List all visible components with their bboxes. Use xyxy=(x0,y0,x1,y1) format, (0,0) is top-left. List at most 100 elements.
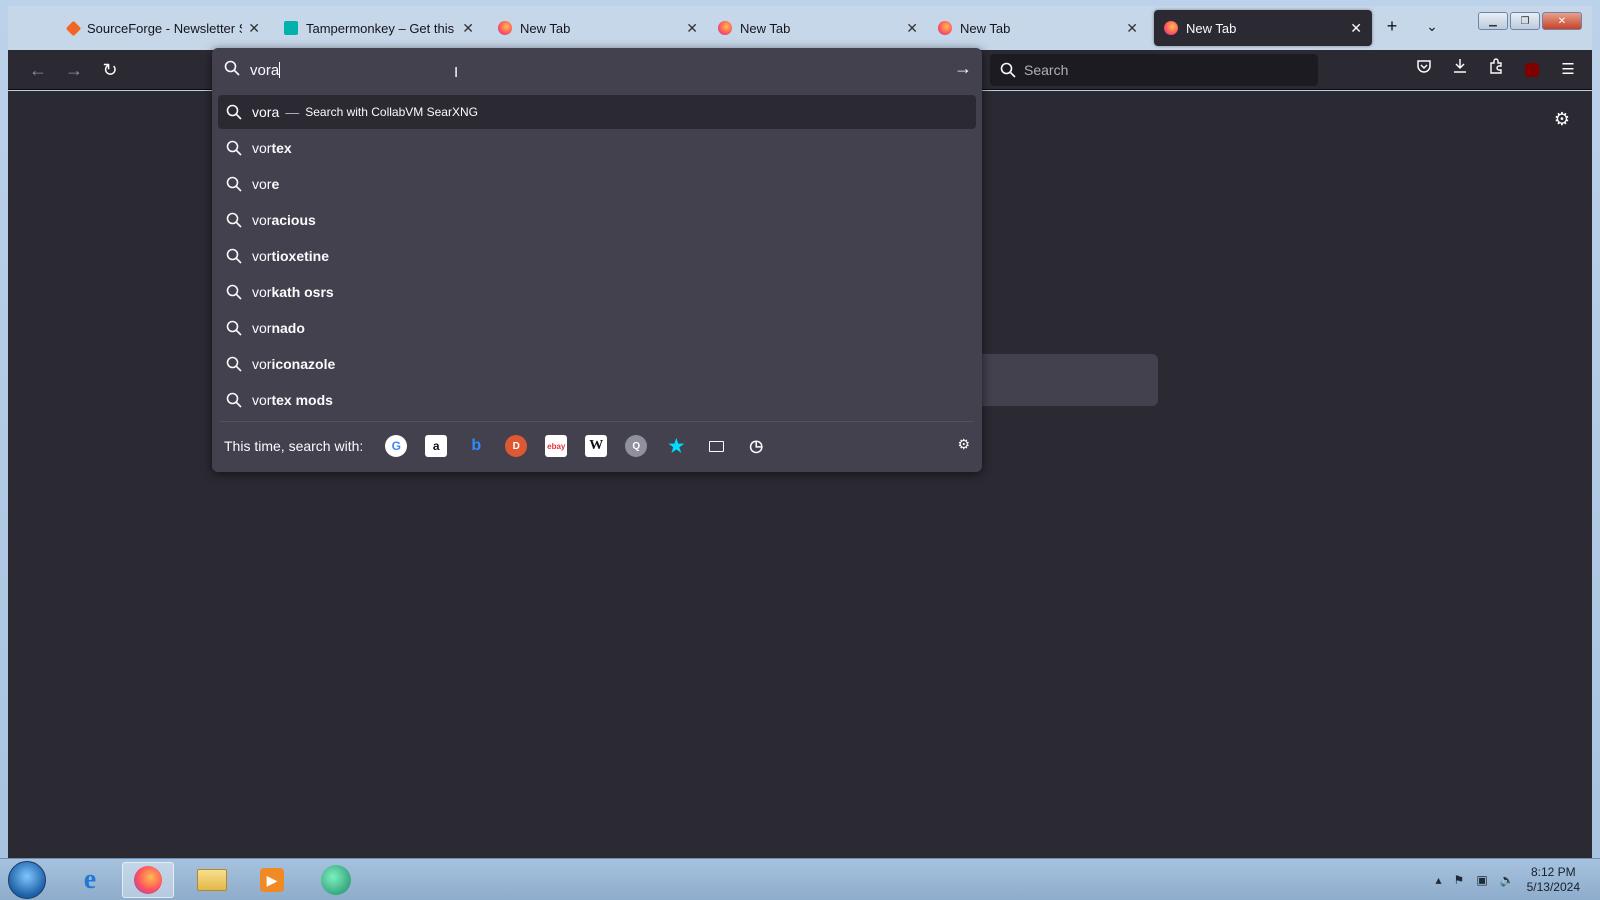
tab-label: New Tab xyxy=(960,20,1011,36)
maximize-button[interactable]: ❐ xyxy=(1510,12,1540,30)
divider xyxy=(220,421,974,422)
suggestion-completion: acious xyxy=(271,212,316,228)
firefox-taskbar-icon[interactable] xyxy=(122,862,174,898)
search-icon xyxy=(224,60,240,76)
settings-gear-icon[interactable]: ⚙ xyxy=(1554,109,1570,130)
suggestion-prefix: vor xyxy=(252,320,272,336)
search-bar[interactable]: Search xyxy=(990,54,1318,86)
firefox-favicon-icon xyxy=(938,21,952,35)
back-arrow-icon[interactable]: ← xyxy=(26,58,50,82)
go-arrow-icon[interactable]: → xyxy=(954,58,972,79)
urlbar-input[interactable]: vora xyxy=(250,62,281,79)
suggestion-completion: iconazole xyxy=(271,356,336,372)
suggestion-completion: tex xyxy=(271,140,292,156)
reload-icon[interactable]: ↻ xyxy=(98,58,122,82)
search-settings-gear-icon[interactable]: ⚙ xyxy=(957,436,970,453)
close-tab-icon[interactable]: ✕ xyxy=(906,20,918,37)
bookmarks-icon[interactable]: ★ xyxy=(665,435,687,457)
engine-buttons: G a b D ebay W Q ★ ◷ xyxy=(385,435,767,457)
suggestion-completion: nado xyxy=(271,320,305,336)
window-controls: ▁ ❐ ✕ xyxy=(1478,12,1582,30)
tabs-icon[interactable] xyxy=(705,435,727,457)
search-icon xyxy=(226,104,242,120)
suggestion-item[interactable]: vor tex xyxy=(218,131,976,165)
media-player-icon[interactable]: ▶ xyxy=(246,862,298,898)
show-hidden-icons-icon[interactable]: ▴ xyxy=(1436,873,1442,887)
urlbar-input-row[interactable]: vora I → xyxy=(212,48,982,92)
suggestion-prefix: vor xyxy=(252,356,272,372)
suggestion-query: vora xyxy=(252,104,280,120)
close-tab-icon[interactable]: ✕ xyxy=(1126,20,1138,37)
sourceforge-favicon-icon xyxy=(65,20,82,36)
suggestion-search-with-engine[interactable]: vora — Search with CollabVM SearXNG xyxy=(218,95,976,129)
suggestion-completion: kath osrs xyxy=(271,284,334,300)
search-icon xyxy=(226,284,242,300)
action-center-flag-icon[interactable]: ⚑ xyxy=(1454,873,1465,887)
text-cursor-icon: I xyxy=(454,64,459,81)
suggestion-prefix: vor xyxy=(252,248,272,264)
tab-new-active[interactable]: New Tab ✕ xyxy=(1154,10,1372,46)
searxng-icon[interactable]: Q xyxy=(625,435,648,457)
file-explorer-icon[interactable] xyxy=(186,862,238,898)
taskbar: e ▶ ▴ ⚑ ▣ 🔈 8:12 PM 5/13/2024 xyxy=(0,858,1600,900)
bing-icon[interactable]: b xyxy=(465,435,487,457)
close-tab-icon[interactable]: ✕ xyxy=(1350,20,1362,37)
start-button[interactable] xyxy=(8,861,46,899)
menu-hamburger-icon[interactable]: ☰ xyxy=(1556,58,1580,82)
suggestion-prefix: vor xyxy=(252,392,272,408)
volume-muted-icon[interactable]: 🔈 xyxy=(1500,873,1515,887)
clock[interactable]: 8:12 PM 5/13/2024 xyxy=(1527,865,1580,895)
suggestion-item[interactable]: vor acious xyxy=(218,203,976,237)
forward-arrow-icon[interactable]: → xyxy=(62,58,86,82)
typed-text: vora xyxy=(250,62,280,79)
list-all-tabs-icon[interactable]: ⌄ xyxy=(1420,18,1444,35)
minimize-button[interactable]: ▁ xyxy=(1478,12,1508,30)
internet-explorer-icon[interactable]: e xyxy=(64,862,116,898)
search-icon xyxy=(226,140,242,156)
suggestion-item[interactable]: vor nado xyxy=(218,311,976,345)
suggestion-item[interactable]: vor e xyxy=(218,167,976,201)
close-window-button[interactable]: ✕ xyxy=(1542,12,1582,30)
clock-time: 8:12 PM xyxy=(1530,865,1576,879)
wikipedia-icon[interactable]: W xyxy=(585,435,608,457)
suggestion-prefix: vor xyxy=(252,176,272,192)
tab-new-1[interactable]: New Tab ✕ xyxy=(488,10,708,46)
suggestion-item[interactable]: vor tex mods xyxy=(218,383,976,417)
app-globe-icon[interactable] xyxy=(310,862,362,898)
suggestion-prefix: vor xyxy=(252,140,272,156)
suggestion-completion: e xyxy=(271,176,280,192)
tab-new-3[interactable]: New Tab ✕ xyxy=(928,10,1148,46)
close-tab-icon[interactable]: ✕ xyxy=(248,20,260,37)
close-tab-icon[interactable]: ✕ xyxy=(462,20,474,37)
new-tab-button[interactable]: + xyxy=(1380,16,1404,37)
tab-label: New Tab xyxy=(740,20,791,36)
suggestion-item[interactable]: vor tioxetine xyxy=(218,239,976,273)
suggestion-prefix: vor xyxy=(252,284,272,300)
google-icon[interactable]: G xyxy=(385,435,408,457)
extensions-icon[interactable] xyxy=(1484,58,1508,82)
search-icon xyxy=(226,392,242,408)
ublock-origin-icon[interactable] xyxy=(1520,58,1544,82)
tab-new-2[interactable]: New Tab ✕ xyxy=(708,10,928,46)
search-icon xyxy=(226,212,242,228)
search-icon xyxy=(226,320,242,336)
tab-label: New Tab xyxy=(1186,20,1237,36)
search-placeholder: Search xyxy=(1024,62,1069,78)
ebay-icon[interactable]: ebay xyxy=(545,435,568,457)
network-icon[interactable]: ▣ xyxy=(1476,873,1487,887)
close-tab-icon[interactable]: ✕ xyxy=(686,20,698,37)
amazon-icon[interactable]: a xyxy=(425,435,448,457)
tab-tampermonkey[interactable]: Tampermonkey – Get this Exte ✕ xyxy=(274,10,484,46)
history-icon[interactable]: ◷ xyxy=(745,435,767,457)
pocket-icon[interactable] xyxy=(1412,58,1436,82)
one-off-search-bar: This time, search with: G a b D ebay W Q… xyxy=(224,426,974,466)
suggestion-item[interactable]: vor kath osrs xyxy=(218,275,976,309)
tampermonkey-favicon-icon xyxy=(284,21,298,35)
search-icon xyxy=(1000,62,1016,78)
suggestion-item[interactable]: vor iconazole xyxy=(218,347,976,381)
clock-date: 5/13/2024 xyxy=(1526,880,1580,894)
tab-sourceforge[interactable]: SourceForge - Newsletter Signu ✕ xyxy=(58,10,270,46)
downloads-icon[interactable] xyxy=(1448,58,1472,82)
tab-label: Tampermonkey – Get this Exte xyxy=(306,20,456,36)
duckduckgo-icon[interactable]: D xyxy=(505,435,528,457)
